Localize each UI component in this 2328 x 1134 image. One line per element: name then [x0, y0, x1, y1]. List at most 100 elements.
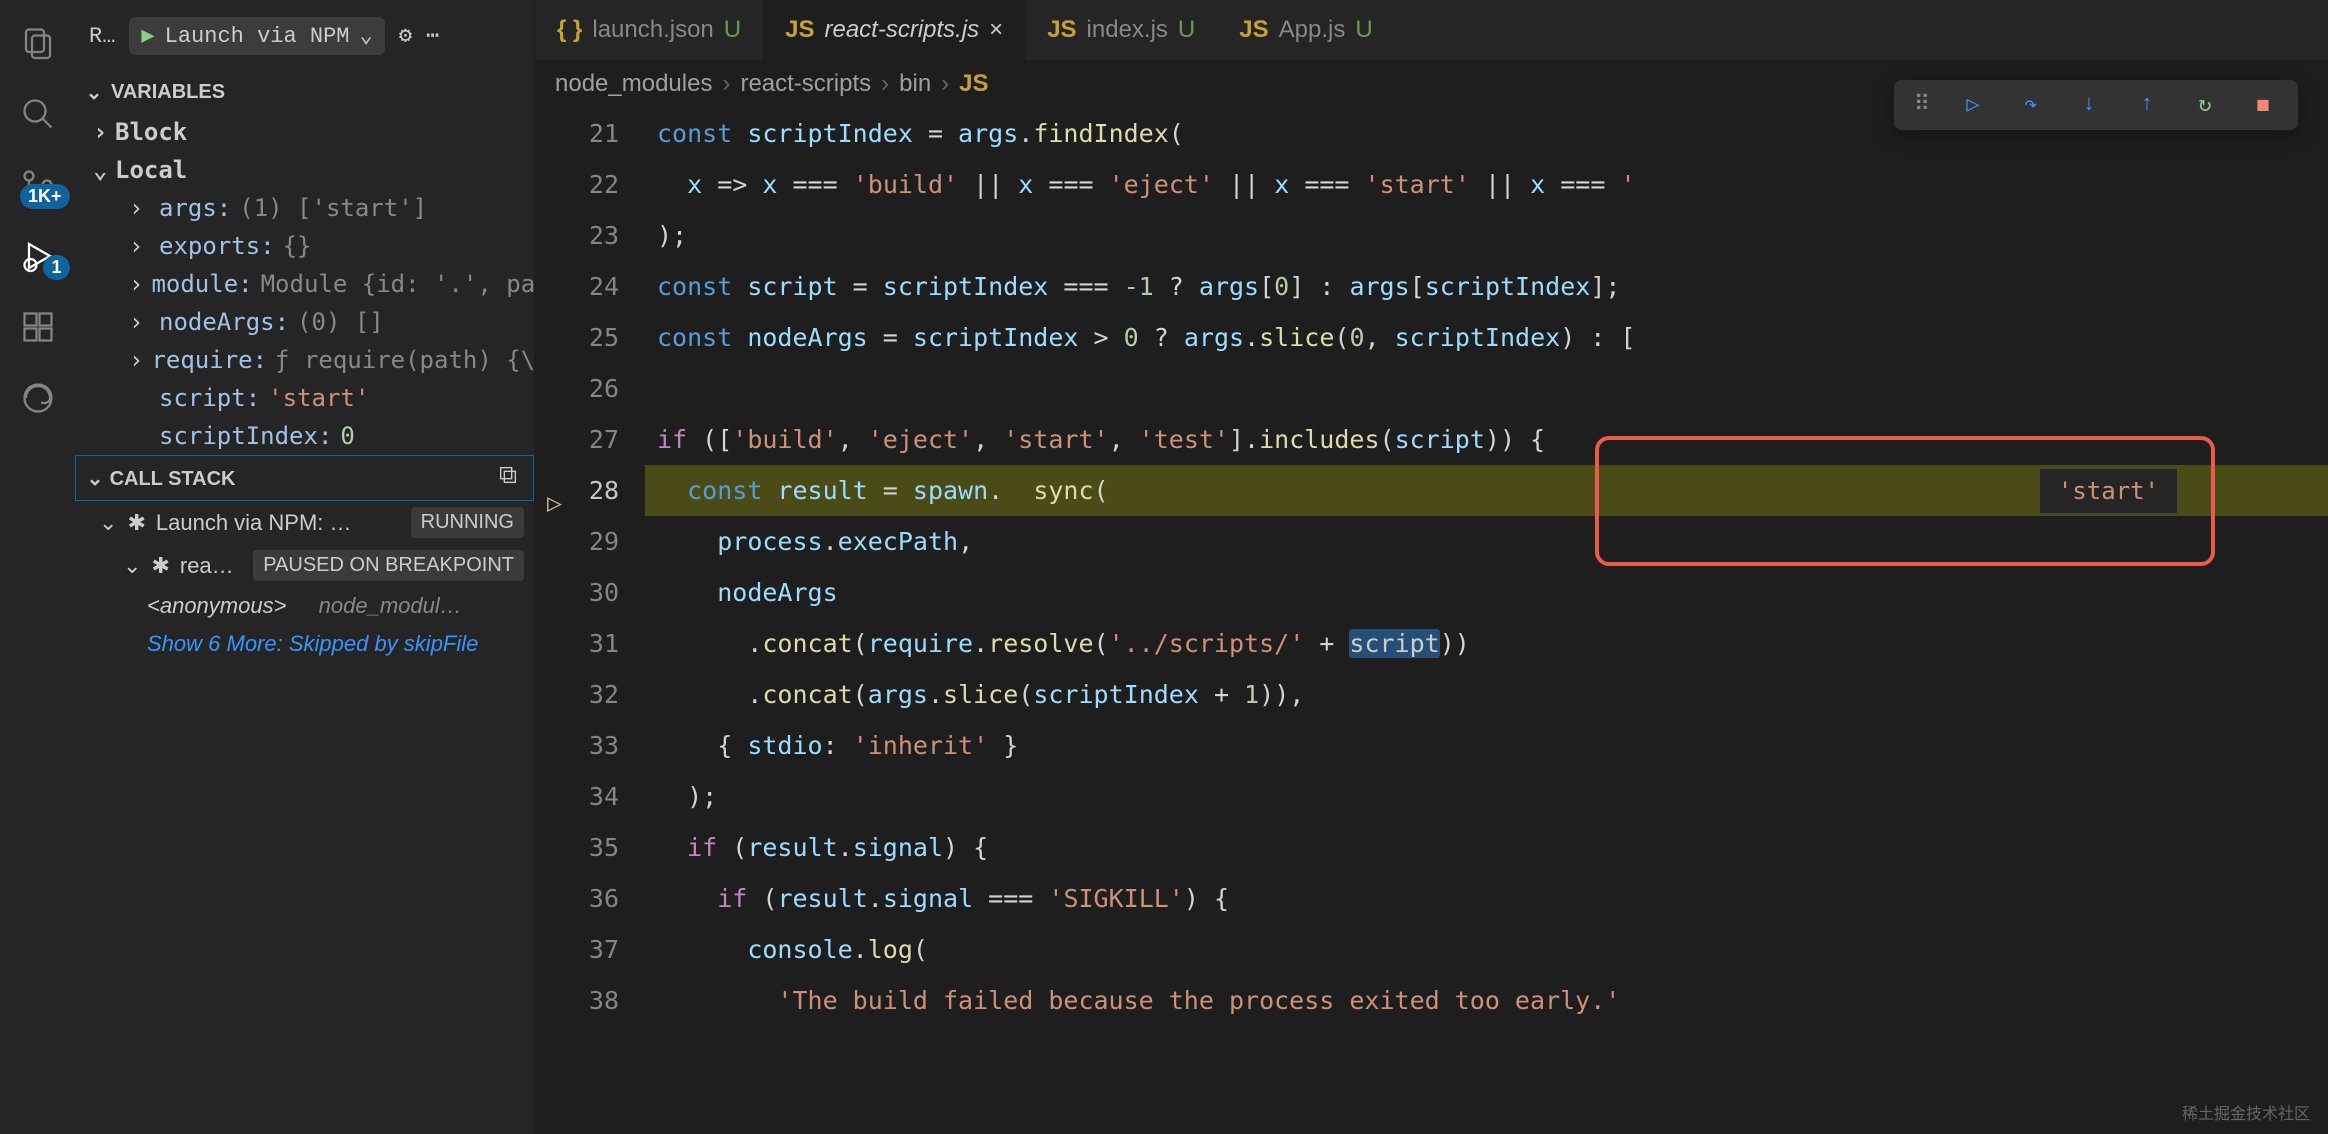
drag-handle-icon[interactable]: ⠿: [1914, 92, 1930, 118]
code-line[interactable]: 26: [535, 363, 2328, 414]
scm-badge: 1K+: [20, 184, 70, 209]
line-number: 29: [535, 516, 645, 567]
play-icon: ▶: [141, 23, 154, 49]
show-more-frames[interactable]: Show 6 More: Skipped by skipFile: [75, 625, 534, 663]
gear-icon[interactable]: ⚙: [399, 23, 412, 49]
chevron-right-icon: ›: [129, 346, 143, 374]
code-editor[interactable]: 21const scriptIndex = args.findIndex(22 …: [535, 108, 2328, 1134]
line-number: ▷28: [535, 465, 645, 516]
step-into-button[interactable]: ↓: [2074, 92, 2104, 118]
line-number: 25: [535, 312, 645, 363]
code-line[interactable]: 27if (['build', 'eject', 'start', 'test'…: [535, 414, 2328, 465]
editor-tab[interactable]: JSApp.jsU: [1217, 0, 1394, 60]
chevron-right-icon: ›: [129, 194, 151, 222]
thread-status-badge: PAUSED ON BREAKPOINT: [253, 550, 524, 581]
step-over-button[interactable]: ↷: [2016, 92, 2046, 118]
code-line[interactable]: 33 { stdio: 'inherit' }: [535, 720, 2328, 771]
run-debug-icon[interactable]: 1: [20, 238, 56, 274]
continue-button[interactable]: ▷: [1958, 92, 1988, 118]
extensions-icon[interactable]: [20, 309, 56, 345]
debug-session-row[interactable]: ⌄ ✱ Launch via NPM: … RUNNING: [75, 501, 534, 544]
scope-block[interactable]: › Block: [75, 113, 534, 151]
source-control-icon[interactable]: 1K+: [20, 167, 56, 203]
variable-row[interactable]: ›nodeArgs: (0) []: [75, 303, 534, 341]
restart-button[interactable]: ↻: [2190, 92, 2220, 118]
launch-config-select[interactable]: ▶ Launch via NPM ⌄: [129, 17, 384, 55]
explorer-icon[interactable]: [20, 25, 56, 61]
debug-action-bar: ⠿ ▷ ↷ ↓ ↑ ↻ ◼: [1894, 80, 2298, 130]
editor-area: { }launch.jsonUJSreact-scripts.js×JSinde…: [535, 0, 2328, 1134]
line-number: 27: [535, 414, 645, 465]
run-label: R…: [89, 24, 115, 49]
line-number: 35: [535, 822, 645, 873]
chevron-down-icon: ⌄: [99, 510, 117, 536]
debug-toolbar: R… ▶ Launch via NPM ⌄ ⚙ ⋯: [75, 0, 534, 72]
edge-icon[interactable]: [20, 380, 56, 416]
file-type-icon: { }: [557, 16, 582, 44]
line-number: 38: [535, 975, 645, 1026]
collapse-all-icon[interactable]: [497, 464, 519, 492]
chevron-right-icon: [129, 422, 151, 450]
line-number: 24: [535, 261, 645, 312]
js-file-icon: JS: [959, 70, 988, 98]
variables-title: VARIABLES: [111, 81, 225, 104]
scope-local[interactable]: ⌄ Local: [75, 151, 534, 189]
line-number: 22: [535, 159, 645, 210]
code-line[interactable]: 30 nodeArgs: [535, 567, 2328, 618]
stack-frame-row[interactable]: <anonymous> node_modul…: [75, 587, 534, 625]
code-line[interactable]: 36 if (result.signal === 'SIGKILL') {: [535, 873, 2328, 924]
session-status-badge: RUNNING: [411, 507, 524, 538]
debug-thread-row[interactable]: ⌄ ✱ rea… PAUSED ON BREAKPOINT: [75, 544, 534, 587]
code-line[interactable]: 22 x => x === 'build' || x === 'eject' |…: [535, 159, 2328, 210]
stop-button[interactable]: ◼: [2248, 92, 2278, 118]
variable-row[interactable]: scriptIndex: 0: [75, 417, 534, 455]
editor-tab[interactable]: { }launch.jsonU: [535, 0, 763, 60]
step-out-button[interactable]: ↑: [2132, 92, 2162, 118]
line-number: 37: [535, 924, 645, 975]
close-icon[interactable]: ×: [989, 16, 1003, 44]
code-line[interactable]: 37 console.log(: [535, 924, 2328, 975]
code-line[interactable]: 35 if (result.signal) {: [535, 822, 2328, 873]
file-type-icon: JS: [1239, 16, 1268, 44]
code-line[interactable]: 32 .concat(args.slice(scriptIndex + 1)),: [535, 669, 2328, 720]
bug-icon: ✱: [151, 553, 169, 579]
search-icon[interactable]: [20, 96, 56, 132]
editor-tab[interactable]: JSindex.jsU: [1025, 0, 1217, 60]
code-line[interactable]: 24const script = scriptIndex === -1 ? ar…: [535, 261, 2328, 312]
file-type-icon: JS: [1047, 16, 1076, 44]
line-number: 30: [535, 567, 645, 618]
chevron-right-icon: [129, 384, 151, 412]
code-line[interactable]: 25const nodeArgs = scriptIndex > 0 ? arg…: [535, 312, 2328, 363]
variable-row[interactable]: ›args: (1) ['start']: [75, 189, 534, 227]
more-icon[interactable]: ⋯: [426, 23, 439, 49]
git-status-badge: U: [1178, 16, 1195, 44]
variable-row[interactable]: ›module: Module {id: '.', path…: [75, 265, 534, 303]
code-line[interactable]: 34 );: [535, 771, 2328, 822]
chevron-right-icon: ›: [129, 308, 151, 336]
debug-badge: 1: [43, 255, 69, 280]
call-stack-header[interactable]: ⌄ CALL STACK: [75, 455, 534, 501]
debug-hover-tooltip: 'start': [2039, 468, 2178, 514]
code-line[interactable]: 29 process.execPath,: [535, 516, 2328, 567]
variables-header[interactable]: ⌄ VARIABLES: [75, 72, 534, 113]
code-line[interactable]: 23);: [535, 210, 2328, 261]
chevron-down-icon: ⌄: [360, 23, 373, 49]
line-number: 26: [535, 363, 645, 414]
editor-tabs: { }launch.jsonUJSreact-scripts.js×JSinde…: [535, 0, 2328, 60]
line-number: 32: [535, 669, 645, 720]
line-number: 21: [535, 108, 645, 159]
code-line[interactable]: 38 'The build failed because the process…: [535, 975, 2328, 1026]
file-type-icon: JS: [785, 16, 814, 44]
editor-tab[interactable]: JSreact-scripts.js×: [763, 0, 1025, 60]
launch-config-name: Launch via NPM: [165, 24, 350, 49]
variable-row[interactable]: script: 'start': [75, 379, 534, 417]
git-status-badge: U: [724, 16, 741, 44]
code-line[interactable]: 31 .concat(require.resolve('../scripts/'…: [535, 618, 2328, 669]
watermark-text: 稀土掘金技术社区: [2182, 1100, 2310, 1124]
chevron-right-icon: ›: [129, 270, 143, 298]
call-stack-body: ⌄ ✱ Launch via NPM: … RUNNING ⌄ ✱ rea… P…: [75, 501, 534, 663]
variable-row[interactable]: ›exports: {}: [75, 227, 534, 265]
variable-row[interactable]: ›require: ƒ require(path) {\n …: [75, 341, 534, 379]
line-number: 36: [535, 873, 645, 924]
chevron-down-icon: ⌄: [123, 553, 141, 579]
